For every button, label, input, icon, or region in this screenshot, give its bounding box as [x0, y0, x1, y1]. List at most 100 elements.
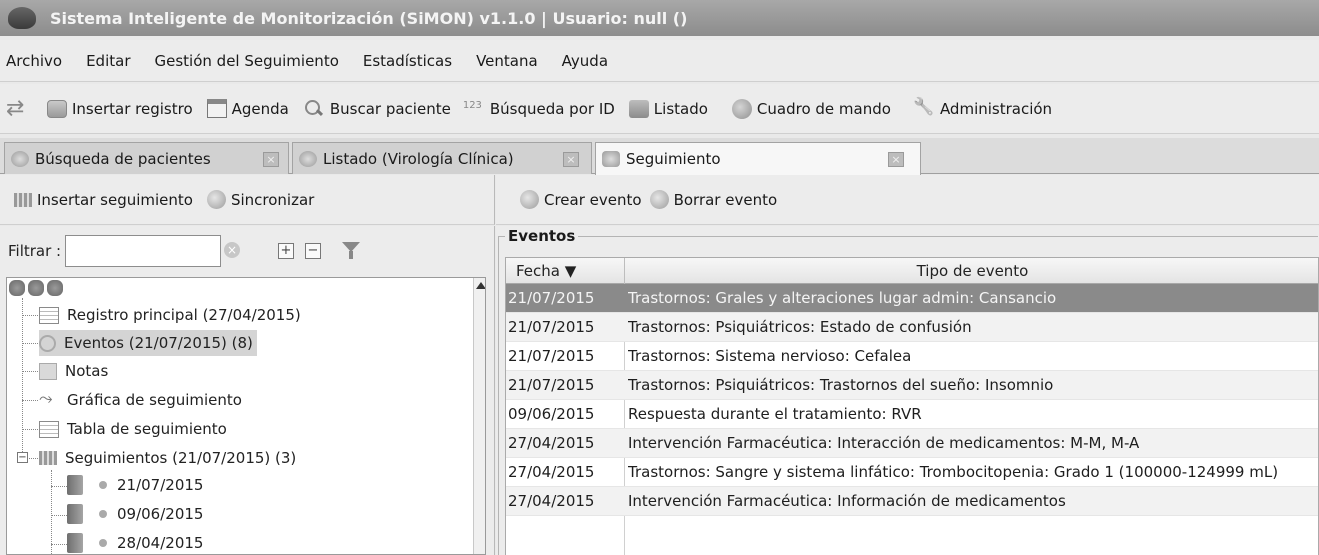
delete-event-button[interactable]: Borrar evento: [649, 190, 777, 209]
table-row[interactable]: 21/07/2015 Trastornos: Grales y alteracio…: [506, 284, 1318, 313]
title-bar: Sistema Inteligente de Monitorización (S…: [0, 0, 1319, 36]
list-button[interactable]: Listado: [628, 99, 708, 118]
menu-archivo[interactable]: Archivo: [0, 52, 74, 70]
event-type-cell: Trastornos: Grales y alteraciones lugar …: [628, 289, 1057, 307]
search-icon: [11, 150, 29, 167]
tab-seguimiento[interactable]: Seguimiento ×: [595, 142, 921, 175]
menu-ayuda[interactable]: Ayuda: [550, 52, 620, 70]
table-icon: [39, 420, 59, 438]
patient-icon: [9, 280, 25, 296]
list-icon: [628, 99, 649, 118]
insert-icon: [14, 192, 32, 207]
table-row[interactable]: 27/04/2015 Intervención Farmacéutica: Int…: [506, 429, 1318, 458]
filter-input[interactable]: [65, 235, 222, 267]
wrench-icon: [913, 99, 935, 119]
event-type-cell: Trastornos: Psiquiátricos: Trastornos de…: [628, 376, 1054, 394]
event-type-cell: Trastornos: Psiquiátricos: Estado de con…: [628, 318, 972, 336]
event-date-cell: 21/07/2015: [508, 289, 595, 307]
left-subtoolbar: Insertar seguimiento Sincronizar: [0, 175, 495, 225]
menu-gestion-seguimiento[interactable]: Gestión del Seguimiento: [143, 52, 351, 70]
events-title: Eventos: [505, 227, 579, 245]
event-type-cell: Trastornos: Sangre y sistema linfático: …: [628, 463, 1279, 481]
person-icon: [47, 99, 67, 118]
tree-item-notas[interactable]: Notas: [39, 358, 108, 384]
right-subtoolbar: Crear evento Borrar evento: [496, 175, 1319, 225]
create-event-icon: [520, 190, 539, 209]
column-header-type[interactable]: Tipo de evento: [625, 258, 1318, 284]
right-panel: Eventos Fecha ▼ Tipo de evento 21/07/201…: [496, 226, 1319, 555]
follow-up-tree: Registro principal (27/04/2015) Eventos …: [6, 277, 486, 555]
scroll-up-icon[interactable]: [476, 282, 485, 289]
table-row[interactable]: 09/06/2015 Respuesta durante el tratamien…: [506, 400, 1318, 429]
main-toolbar: Insertar registro Agenda Buscar paciente…: [0, 84, 1319, 134]
event-date-cell: 27/04/2015: [508, 492, 595, 510]
event-date-cell: 27/04/2015: [508, 463, 595, 481]
table-row[interactable]: 21/07/2015 Trastornos: Psiquiátricos: Est…: [506, 313, 1318, 342]
tab-busqueda-pacientes[interactable]: Búsqueda de pacientes ×: [4, 142, 289, 174]
table-row[interactable]: 27/04/2015 Intervención Farmacéutica: Inf…: [506, 487, 1318, 516]
note-icon: [39, 362, 57, 380]
dashboard-button[interactable]: Cuadro de mando: [731, 98, 891, 119]
admin-button[interactable]: Administración: [913, 99, 1052, 119]
expand-all-icon[interactable]: +: [278, 243, 294, 259]
tree-item-eventos[interactable]: Eventos (21/07/2015) (8): [39, 330, 257, 356]
table-row[interactable]: 27/04/2015 Trastornos: Sangre y sistema l…: [506, 458, 1318, 487]
search-icon: [303, 99, 325, 119]
tree-item-registro-principal[interactable]: Registro principal (27/04/2015): [39, 302, 301, 328]
menu-bar: Archivo Editar Gestión del Seguimiento E…: [0, 40, 1319, 82]
tree-subitem[interactable]: 09/06/2015: [67, 501, 203, 527]
sync-button[interactable]: Sincronizar: [206, 190, 314, 209]
events-group: Eventos Fecha ▼ Tipo de evento 21/07/201…: [498, 227, 1319, 555]
book-icon: [67, 504, 83, 524]
id-search-icon: [463, 99, 485, 119]
event-date-cell: 09/06/2015: [508, 405, 595, 423]
bullet-icon: [99, 539, 107, 547]
event-date-cell: 21/07/2015: [508, 376, 595, 394]
sync-icon: [6, 96, 28, 121]
insert-followup-button[interactable]: Insertar seguimiento: [14, 191, 193, 209]
menu-editar[interactable]: Editar: [74, 52, 142, 70]
search-by-id-button[interactable]: Búsqueda por ID: [463, 99, 615, 119]
tab-listado-virologia[interactable]: Listado (Virología Clínica) ×: [292, 142, 592, 174]
close-icon[interactable]: ×: [263, 152, 279, 167]
tree-item-seguimientos[interactable]: Seguimientos (21/07/2015) (3): [39, 445, 296, 471]
insert-record-button[interactable]: Insertar registro: [47, 99, 193, 118]
tree-scrollbar[interactable]: [473, 278, 485, 554]
create-event-button[interactable]: Crear evento: [520, 190, 642, 209]
collapse-node-icon[interactable]: −: [17, 452, 28, 463]
window-title: Sistema Inteligente de Monitorización (S…: [50, 8, 688, 28]
table-row[interactable]: 21/07/2015 Trastornos: Sistema nervioso: …: [506, 342, 1318, 371]
calendar-icon: [206, 99, 227, 118]
filter-icon[interactable]: [342, 242, 360, 260]
close-icon[interactable]: ×: [888, 152, 904, 167]
root-node-icons: [9, 280, 66, 296]
tree-item-tabla[interactable]: Tabla de seguimiento: [39, 416, 227, 442]
close-icon[interactable]: ×: [563, 152, 579, 167]
app-icon: [8, 7, 36, 29]
agenda-button[interactable]: Agenda: [206, 99, 289, 118]
table-row[interactable]: 21/07/2015 Trastornos: Psiquiátricos: Tra…: [506, 371, 1318, 400]
collapse-all-icon[interactable]: −: [305, 243, 321, 259]
bullet-icon: [99, 481, 107, 489]
event-type-cell: Trastornos: Sistema nervioso: Cefalea: [628, 347, 912, 365]
event-date-cell: 21/07/2015: [508, 318, 595, 336]
event-date-cell: 27/04/2015: [508, 434, 595, 452]
clear-icon[interactable]: ×: [224, 242, 240, 258]
search-patient-button[interactable]: Buscar paciente: [303, 99, 451, 119]
menu-ventana[interactable]: Ventana: [464, 52, 550, 70]
delete-event-icon: [649, 190, 669, 209]
tree-subitem[interactable]: 28/04/2015: [67, 530, 203, 554]
refresh-button[interactable]: [6, 96, 33, 121]
menu-estadisticas[interactable]: Estadísticas: [351, 52, 464, 70]
column-header-date[interactable]: Fecha ▼: [506, 258, 625, 284]
book-icon: [67, 533, 83, 553]
tree-item-grafica[interactable]: Gráfica de seguimiento: [39, 387, 242, 413]
tree-subitem[interactable]: 21/07/2015: [67, 472, 203, 498]
tab-bar: Búsqueda de pacientes × Listado (Virolog…: [0, 138, 1319, 175]
event-type-cell: Intervención Farmacéutica: Interacción d…: [628, 434, 1140, 452]
left-panel: Filtrar : × + − Registro principal (27/0…: [0, 226, 495, 555]
sync-icon: [206, 190, 226, 209]
dashboard-icon: [731, 98, 752, 119]
graph-icon: [39, 389, 59, 409]
filter-label: Filtrar :: [8, 242, 62, 260]
